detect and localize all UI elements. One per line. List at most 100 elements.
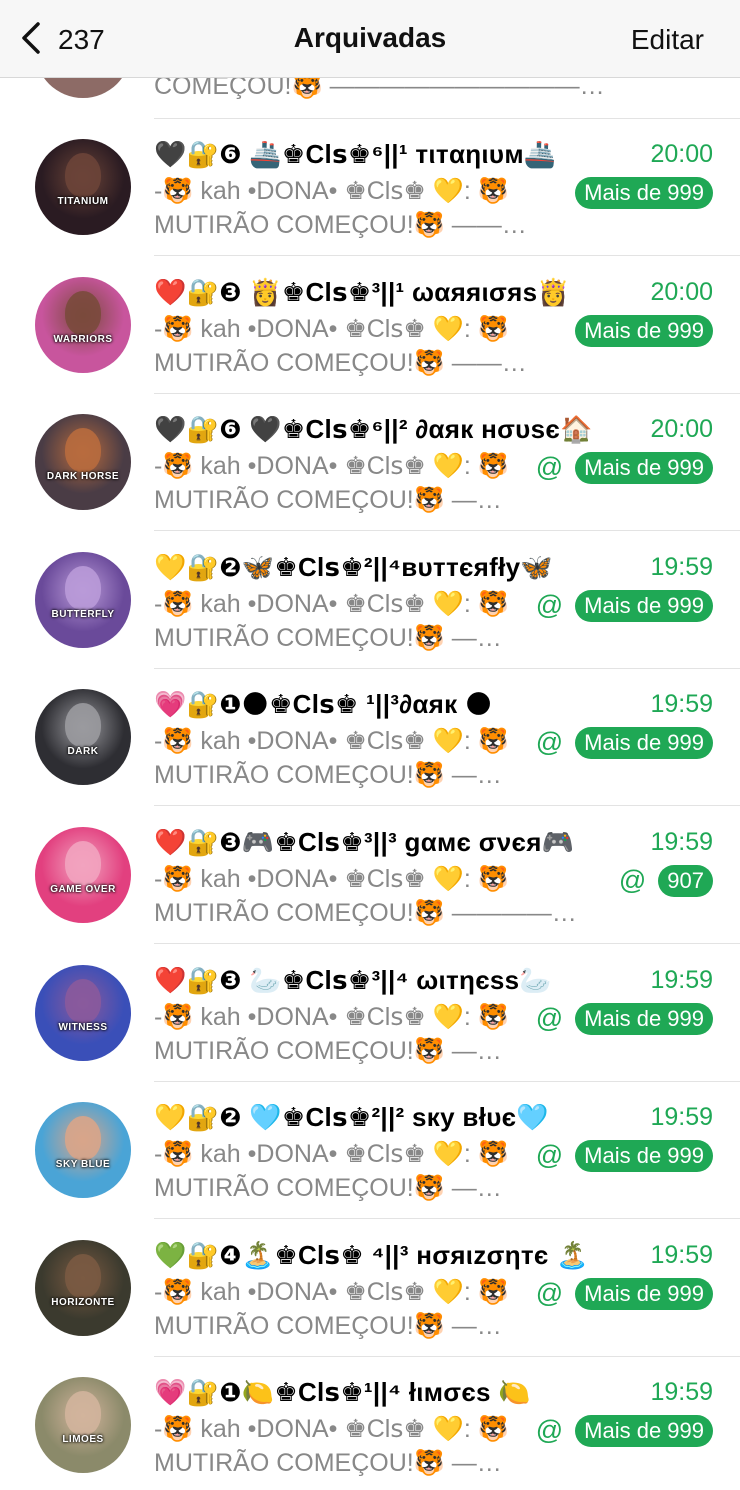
unread-badge: 907 bbox=[658, 865, 713, 897]
avatar-figure bbox=[65, 1116, 101, 1161]
chat-row[interactable]: DARK HORSE 🖤🔐❻ 🖤♚Clꜱ♚⁶||² ∂αяк нσυѕє🏠 20:0… bbox=[0, 394, 740, 532]
chat-name: ❤️🔐❸ 👸♚Clꜱ♚³||¹ ωαяяισяѕ👸 bbox=[154, 276, 571, 307]
chat-name: 💗🔐❶🍋♚Clꜱ♚¹||⁴ łιмσєѕ 🍋 bbox=[154, 1377, 531, 1408]
avatar: WITNESS bbox=[35, 964, 131, 1061]
unread-badge: Mais de 999 bbox=[575, 1002, 713, 1035]
mention-icon: @ bbox=[535, 1415, 564, 1446]
mention-icon: @ bbox=[535, 1140, 564, 1171]
avatar-label: TITANIUM bbox=[57, 196, 109, 207]
mention-icon: @ bbox=[535, 452, 564, 483]
avatar-label: DARK bbox=[67, 746, 99, 758]
message-sender: -🐯 kah •DONA• ♚Clꜱ♚ 💛: 🐯 bbox=[154, 1140, 509, 1169]
message-preview: MUTIRÃO COMEÇOU!🐯 —… bbox=[154, 1449, 502, 1478]
message-sender: -🐯 kah •DONA• ♚Clꜱ♚ 💛: 🐯 bbox=[154, 1277, 509, 1306]
avatar-label: GAME OVER bbox=[50, 884, 116, 895]
message-sender: -🐯 kah •DONA• ♚Clꜱ♚ 💛: 🐯 bbox=[154, 727, 509, 756]
chat-time: 19:59 bbox=[650, 1378, 713, 1407]
message-preview: MUTIRÃO COMEÇOU!🐯 —… bbox=[154, 1311, 502, 1340]
chat-name: 🖤🔐❻ 🚢♚Clꜱ♚⁶||¹ тιтαηιυм🚢 bbox=[154, 139, 557, 169]
avatar-figure bbox=[65, 978, 101, 1023]
avatar-figure bbox=[65, 565, 101, 610]
avatar-label: LIMOES bbox=[62, 1434, 104, 1446]
unread-badge: Mais de 999 bbox=[575, 589, 713, 622]
avatar-figure bbox=[65, 153, 101, 197]
chat-time: 20:00 bbox=[650, 415, 713, 444]
avatar-label: DARK HORSE bbox=[46, 471, 120, 483]
message-sender: -🐯 kah •DONA• ♚Clꜱ♚ 💛: 🐯 bbox=[154, 314, 509, 343]
chat-row[interactable]: HORIZONTE 💚🔐❹🏝️♚Clꜱ♚ ⁴||³ нσяιzσηтє 🏝️ 19:… bbox=[0, 1220, 740, 1357]
partial-chat-row[interactable]: COMEÇOU!🐯 ——————————… bbox=[0, 78, 740, 119]
nav-bar: 237 Arquivadas Editar bbox=[0, 0, 740, 78]
message-preview: MUTIRÃO COMEÇOU!🐯 —… bbox=[154, 486, 502, 515]
message-preview: MUTIRÃO COMEÇOU!🐯 —… bbox=[154, 1036, 502, 1065]
chat-name: ❤️🔐❸ 🦢♚Clꜱ♚³||⁴ ωιтηєѕѕ🦢 bbox=[154, 964, 553, 995]
avatar-figure bbox=[65, 290, 101, 335]
avatar: TITANIUM bbox=[35, 139, 131, 235]
chat-name: 💛🔐❷🦋♚Clꜱ♚²||⁴вυттєяfłу🦋 bbox=[154, 551, 554, 582]
chat-time: 20:00 bbox=[650, 140, 713, 168]
chat-row[interactable]: WARRIORS ❤️🔐❸ 👸♚Clꜱ♚³||¹ ωαяяισяѕ👸 20:00 -🐯… bbox=[0, 257, 740, 394]
mention-icon: @ bbox=[618, 865, 647, 895]
avatar-figure bbox=[65, 841, 101, 885]
message-sender: -🐯 kah •DONA• ♚Clꜱ♚ 💛: 🐯 bbox=[154, 177, 509, 205]
mention-icon: @ bbox=[535, 1002, 564, 1033]
chat-row[interactable]: BUTTERFLY 💛🔐❷🦋♚Clꜱ♚²||⁴вυттєяfłу🦋 19:59 -🐯 … bbox=[0, 532, 740, 669]
avatar: DARK bbox=[35, 689, 131, 786]
unread-badge: Mais de 999 bbox=[575, 452, 713, 485]
chat-time: 19:59 bbox=[650, 1240, 713, 1269]
unread-badge: Mais de 999 bbox=[575, 727, 713, 760]
message-sender: -🐯 kah •DONA• ♚Clꜱ♚ 💛: 🐯 bbox=[154, 452, 509, 481]
message-preview: MUTIRÃO COMEÇOU!🐯 —… bbox=[154, 623, 502, 652]
avatar-label: HORIZONTE bbox=[51, 1296, 115, 1308]
message-sender: -🐯 kah •DONA• ♚Clꜱ♚ 💛: 🐯 bbox=[154, 1002, 509, 1031]
chat-row[interactable]: GAME OVER ❤️🔐❸🎮♚Clꜱ♚³||³ gαмє σνєя🎮 19:59 -… bbox=[0, 807, 740, 944]
chat-name: 🖤🔐❻ 🖤♚Clꜱ♚⁶||² ∂αяк нσυѕє🏠 bbox=[154, 414, 593, 445]
avatar-figure bbox=[65, 1253, 101, 1298]
chat-row[interactable]: LIMOES 💗🔐❶🍋♚Clꜱ♚¹||⁴ łιмσєѕ 🍋 19:59 -🐯 kah … bbox=[0, 1357, 740, 1490]
edit-button[interactable]: Editar bbox=[631, 24, 704, 56]
chat-row[interactable]: DARK 💗🔐❶🌑♚Clꜱ♚ ¹||³∂αяк 🌑 19:59 -🐯 kah •DON… bbox=[0, 669, 740, 807]
chat-time: 19:59 bbox=[650, 965, 713, 994]
unread-badge: Mais de 999 bbox=[575, 1140, 713, 1173]
chat-name: 💚🔐❹🏝️♚Clꜱ♚ ⁴||³ нσяιzσηтє 🏝️ bbox=[154, 1239, 589, 1270]
mention-icon: @ bbox=[535, 1277, 564, 1308]
avatar bbox=[35, 78, 131, 98]
avatar-label: WITNESS bbox=[58, 1021, 108, 1033]
message-preview: MUTIRÃO COMEÇOU!🐯 —… bbox=[154, 761, 502, 790]
unread-badge: Mais de 999 bbox=[575, 1277, 713, 1310]
avatar: GAME OVER bbox=[35, 827, 131, 923]
avatar-figure bbox=[65, 428, 101, 473]
chat-time: 20:00 bbox=[650, 277, 713, 306]
avatar-label: WARRIORS bbox=[53, 333, 113, 345]
message-preview: MUTIRÃO COMEÇOU!🐯 ——… bbox=[154, 211, 527, 239]
chat-time: 19:59 bbox=[650, 1103, 713, 1132]
chat-row[interactable]: WITNESS ❤️🔐❸ 🦢♚Clꜱ♚³||⁴ ωιтηєѕѕ🦢 19:59 -🐯 k… bbox=[0, 945, 740, 1082]
unread-badge: Mais de 999 bbox=[575, 1415, 713, 1448]
avatar: LIMOES bbox=[35, 1377, 131, 1474]
message-sender: -🐯 kah •DONA• ♚Clꜱ♚ 💛: 🐯 bbox=[154, 865, 509, 893]
mention-icon: @ bbox=[535, 727, 564, 758]
chat-row[interactable]: SKY BLUE 💛🔐❷ 🩵♚Clꜱ♚²||² ѕку вłυє🩵 19:59 -🐯 … bbox=[0, 1082, 740, 1220]
unread-badge: Mais de 999 bbox=[575, 314, 713, 347]
mention-icon: @ bbox=[535, 589, 564, 620]
message-preview: COMEÇOU!🐯 ——————————… bbox=[154, 78, 605, 100]
chat-name: 💛🔐❷ 🩵♚Clꜱ♚²||² ѕку вłυє🩵 bbox=[154, 1102, 549, 1133]
chat-time: 19:59 bbox=[650, 828, 713, 856]
message-preview: MUTIRÃO COMEÇOU!🐯 ————… bbox=[154, 899, 577, 927]
page-title: Arquivadas bbox=[293, 22, 447, 53]
chat-time: 19:59 bbox=[650, 552, 713, 581]
avatar-label: BUTTERFLY bbox=[51, 608, 115, 620]
avatar: DARK HORSE bbox=[35, 414, 131, 511]
message-sender: -🐯 kah •DONA• ♚Clꜱ♚ 💛: 🐯 bbox=[154, 1415, 509, 1444]
avatar-label: SKY BLUE bbox=[55, 1159, 111, 1171]
chat-name: ❤️🔐❸🎮♚Clꜱ♚³||³ gαмє σνєя🎮 bbox=[154, 827, 575, 857]
avatar-figure bbox=[65, 1391, 101, 1436]
chat-name: 💗🔐❶🌑♚Clꜱ♚ ¹||³∂αяк 🌑 bbox=[154, 689, 493, 720]
message-sender: -🐯 kah •DONA• ♚Clꜱ♚ 💛: 🐯 bbox=[154, 589, 509, 618]
unread-badge: Mais de 999 bbox=[575, 177, 713, 209]
chat-row[interactable]: TITANIUM 🖤🔐❻ 🚢♚Clꜱ♚⁶||¹ тιтαηιυм🚢 20:00 -🐯 … bbox=[0, 119, 740, 256]
avatar: HORIZONTE bbox=[35, 1239, 131, 1336]
message-preview: MUTIRÃO COMEÇOU!🐯 ——… bbox=[154, 348, 527, 377]
message-preview: MUTIRÃO COMEÇOU!🐯 —… bbox=[154, 1174, 502, 1203]
avatar-figure bbox=[65, 703, 101, 748]
